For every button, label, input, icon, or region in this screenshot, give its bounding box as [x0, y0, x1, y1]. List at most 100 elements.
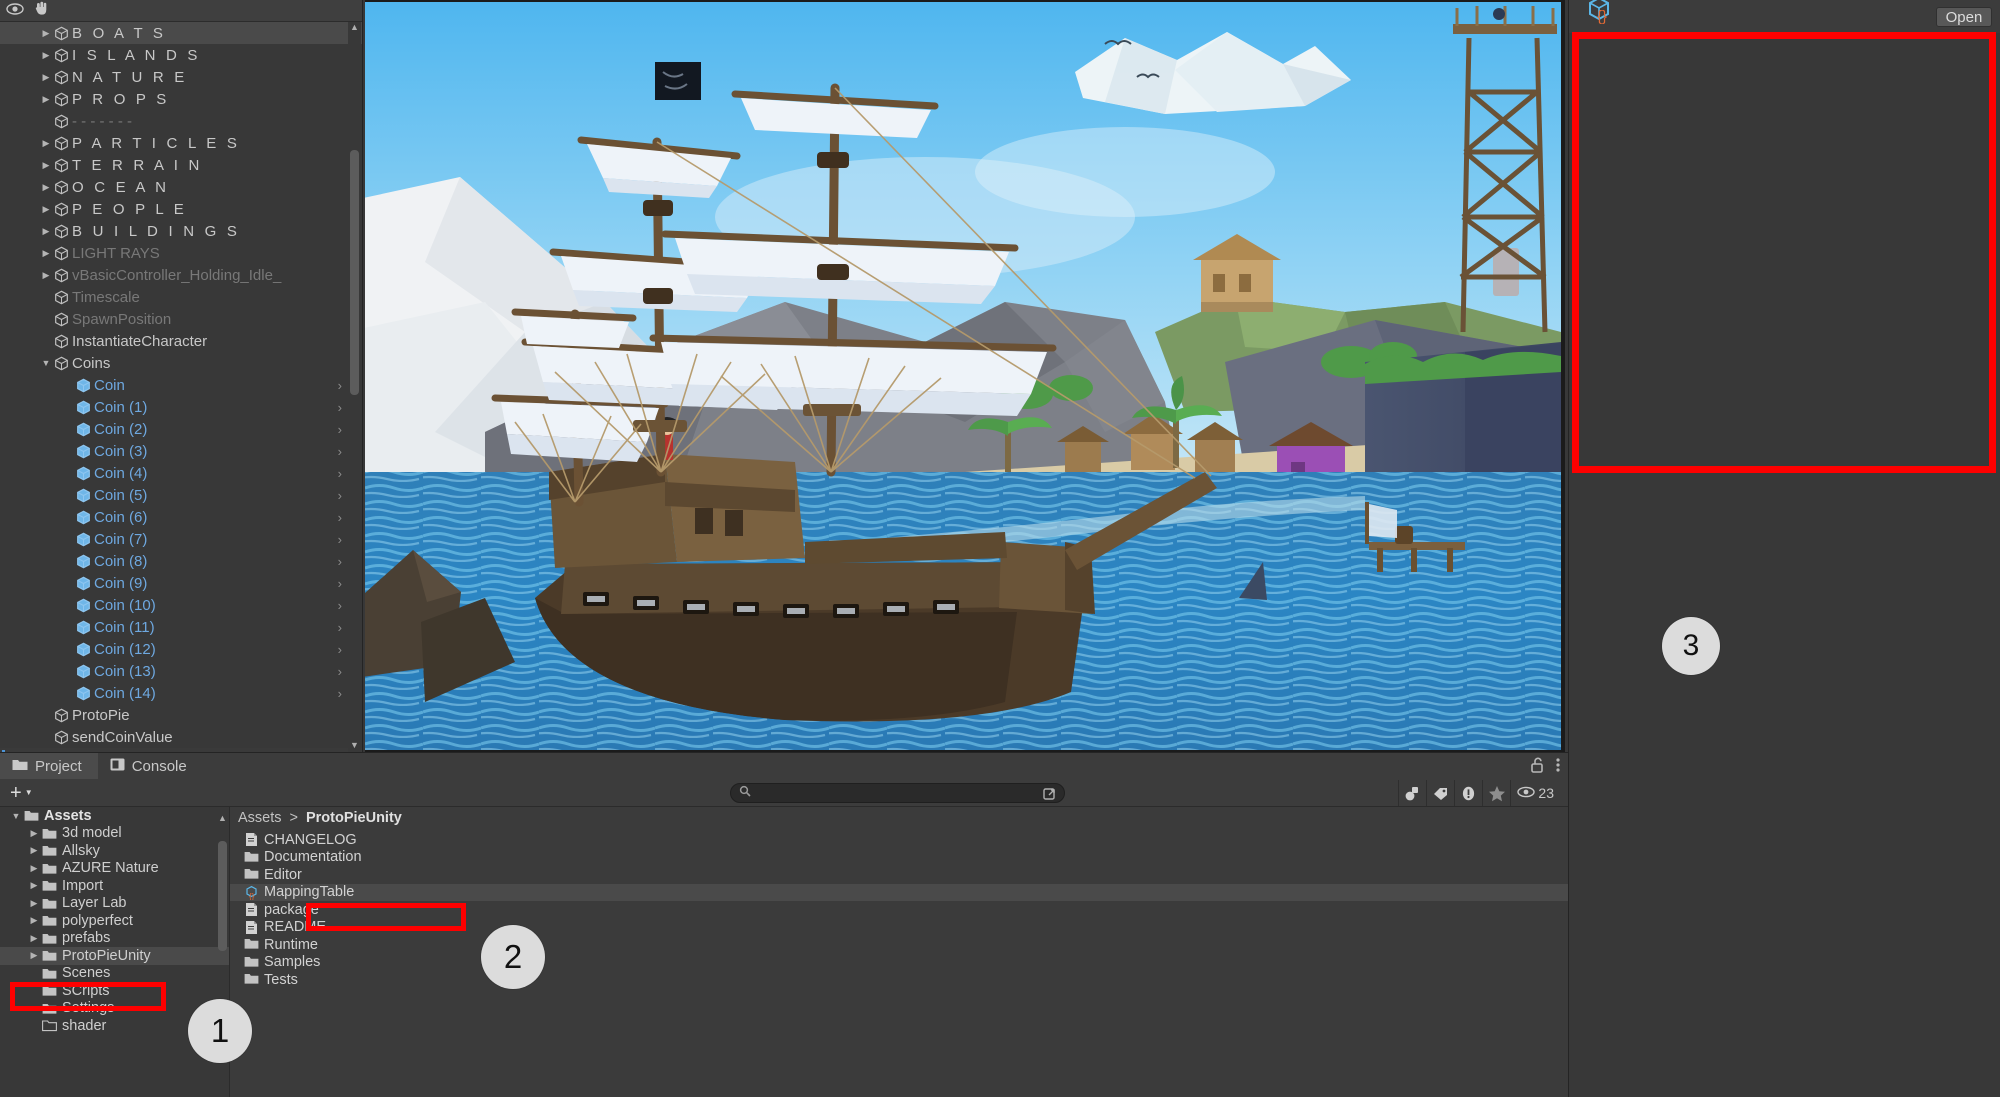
- foldout-closed-icon[interactable]: ▶: [26, 880, 42, 891]
- project-tab-bar[interactable]: Project Console: [0, 753, 1568, 779]
- kebab-menu-icon[interactable]: [1556, 757, 1560, 778]
- chevron-right-icon[interactable]: ›: [338, 466, 342, 481]
- create-asset-button[interactable]: + ▼: [10, 783, 33, 803]
- foldout-closed-icon[interactable]: ▶: [38, 182, 54, 193]
- hierarchy-item[interactable]: Coin ›: [0, 374, 362, 396]
- project-file-item[interactable]: package: [230, 901, 1568, 919]
- hierarchy-item[interactable]: ▶ P E O P L E: [0, 198, 362, 220]
- foldout-closed-icon[interactable]: ▶: [38, 226, 54, 237]
- hierarchy-item[interactable]: ▶ I S L A N D S: [0, 44, 362, 66]
- hierarchy-toolbar[interactable]: [0, 0, 362, 22]
- chevron-right-icon[interactable]: ›: [338, 488, 342, 503]
- hierarchy-item[interactable]: ▶ P A R T I C L E S: [0, 132, 362, 154]
- project-file-item[interactable]: README: [230, 919, 1568, 937]
- project-file-item[interactable]: Editor: [230, 866, 1568, 884]
- hierarchy-item[interactable]: ▶ B U I L D I N G S: [0, 220, 362, 242]
- project-tree-item[interactable]: ▶ Import: [0, 877, 229, 895]
- foldout-closed-icon[interactable]: ▶: [26, 845, 42, 856]
- hierarchy-item[interactable]: Coin (13) ›: [0, 660, 362, 682]
- hierarchy-item[interactable]: ▶ N A T U R E: [0, 66, 362, 88]
- hierarchy-item[interactable]: InstantiateCharacter: [0, 330, 362, 352]
- project-file-item[interactable]: CHANGELOG: [230, 831, 1568, 849]
- project-tree-item[interactable]: ▶ AZURE Nature: [0, 860, 229, 878]
- hierarchy-item[interactable]: ▶ O C E A N: [0, 176, 362, 198]
- hierarchy-item[interactable]: Timescale: [0, 286, 362, 308]
- hierarchy-item[interactable]: ▼ Coins: [0, 352, 362, 374]
- scene-render[interactable]: [365, 2, 1561, 750]
- eye-icon[interactable]: [6, 2, 24, 20]
- project-tree-item[interactable]: ▶ 3d model: [0, 825, 229, 843]
- save-search-icon[interactable]: [1043, 786, 1058, 806]
- search-input[interactable]: [757, 785, 1037, 801]
- lock-open-icon[interactable]: [1530, 757, 1544, 778]
- chevron-right-icon[interactable]: ›: [338, 620, 342, 635]
- foldout-closed-icon[interactable]: ▶: [38, 248, 54, 259]
- project-filter-buttons[interactable]: 23: [1398, 780, 1562, 806]
- chevron-right-icon[interactable]: ›: [338, 510, 342, 525]
- foldout-closed-icon[interactable]: ▶: [38, 160, 54, 171]
- project-tree-item[interactable]: Scenes: [0, 965, 229, 983]
- chevron-right-icon[interactable]: ›: [338, 378, 342, 393]
- scroll-thumb[interactable]: [218, 841, 227, 951]
- breadcrumb-current[interactable]: ProtoPieUnity: [306, 810, 402, 826]
- hierarchy-item[interactable]: Coin (12) ›: [0, 638, 362, 660]
- foldout-closed-icon[interactable]: ▶: [26, 915, 42, 926]
- project-file-item[interactable]: {} MappingTable: [230, 883, 1568, 901]
- hierarchy-item[interactable]: Coin (4) ›: [0, 462, 362, 484]
- foldout-open-icon[interactable]: ▼: [8, 811, 24, 821]
- chevron-right-icon[interactable]: ›: [338, 686, 342, 701]
- project-tree-item[interactable]: ▶ polyperfect: [0, 912, 229, 930]
- hierarchy-panel[interactable]: ▶ B O A T S ▶ I S L A N D S ▶ N A T U R E ▶ P R…: [0, 0, 363, 752]
- hierarchy-item[interactable]: Coin (11) ›: [0, 616, 362, 638]
- filter-label-button[interactable]: [1426, 780, 1454, 806]
- search-box[interactable]: [730, 783, 1065, 803]
- hierarchy-scrollbar[interactable]: ▲ ▼: [348, 22, 361, 752]
- scene-view-panel[interactable]: [365, 0, 1565, 752]
- chevron-right-icon[interactable]: ›: [338, 576, 342, 591]
- foldout-closed-icon[interactable]: ▶: [38, 28, 54, 39]
- hierarchy-item[interactable]: Coin (14) ›: [0, 682, 362, 704]
- filter-type-button[interactable]: [1398, 780, 1426, 806]
- scroll-thumb[interactable]: [350, 150, 359, 395]
- hierarchy-item[interactable]: ▶ B O A T S: [0, 22, 362, 44]
- visible-count[interactable]: 23: [1510, 780, 1562, 806]
- hierarchy-item[interactable]: ▶ LIGHT RAYS: [0, 242, 362, 264]
- hierarchy-item[interactable]: Coin (8) ›: [0, 550, 362, 572]
- foldout-closed-icon[interactable]: ▶: [38, 138, 54, 149]
- foldout-closed-icon[interactable]: ▶: [26, 898, 42, 909]
- foldout-closed-icon[interactable]: ▶: [38, 94, 54, 105]
- project-tree-item[interactable]: SCripts: [0, 982, 229, 1000]
- hierarchy-item[interactable]: SpawnPosition: [0, 308, 362, 330]
- hierarchy-item[interactable]: Coin (7) ›: [0, 528, 362, 550]
- scroll-up-arrow[interactable]: ▲: [350, 22, 359, 34]
- chevron-right-icon[interactable]: ›: [338, 444, 342, 459]
- project-tree-item[interactable]: ▼ Assets: [0, 807, 229, 825]
- project-tree-item[interactable]: ▶ Allsky: [0, 842, 229, 860]
- hand-icon[interactable]: [34, 1, 50, 21]
- hierarchy-item[interactable]: ▶ T E R R A I N: [0, 154, 362, 176]
- open-button[interactable]: Open: [1936, 7, 1992, 27]
- project-folder-tree[interactable]: ▼ Assets ▶ 3d model ▶ Allsky ▶ AZURE Nature ▶ Imp…: [0, 807, 230, 1097]
- favorites-button[interactable]: [1482, 780, 1510, 806]
- foldout-closed-icon[interactable]: ▶: [26, 950, 42, 961]
- hierarchy-tree[interactable]: ▶ B O A T S ▶ I S L A N D S ▶ N A T U R E ▶ P R…: [0, 22, 362, 752]
- tab-console[interactable]: Console: [98, 753, 203, 779]
- project-file-item[interactable]: Tests: [230, 971, 1568, 989]
- chevron-right-icon[interactable]: ›: [338, 642, 342, 657]
- hierarchy-item[interactable]: Coin (10) ›: [0, 594, 362, 616]
- project-file-list[interactable]: Assets > ProtoPieUnity CHANGELOG Document…: [230, 807, 1568, 1097]
- foldout-closed-icon[interactable]: ▶: [38, 204, 54, 215]
- hierarchy-item[interactable]: Coin (6) ›: [0, 506, 362, 528]
- hierarchy-item[interactable]: Coin (3) ›: [0, 440, 362, 462]
- chevron-down-icon[interactable]: ▼: [25, 788, 33, 797]
- chevron-right-icon[interactable]: ›: [338, 598, 342, 613]
- foldout-closed-icon[interactable]: ▶: [38, 270, 54, 281]
- foldout-closed-icon[interactable]: ▶: [38, 72, 54, 83]
- project-file-item[interactable]: Samples: [230, 954, 1568, 972]
- tab-project[interactable]: Project: [0, 753, 98, 779]
- project-tree-item[interactable]: ▶ ProtoPieUnity: [0, 947, 229, 965]
- hierarchy-item[interactable]: ▶ P R O P S: [0, 88, 362, 110]
- breadcrumb-root[interactable]: Assets: [238, 810, 282, 826]
- hierarchy-item[interactable]: Coin (9) ›: [0, 572, 362, 594]
- foldout-open-icon[interactable]: ▼: [38, 358, 54, 368]
